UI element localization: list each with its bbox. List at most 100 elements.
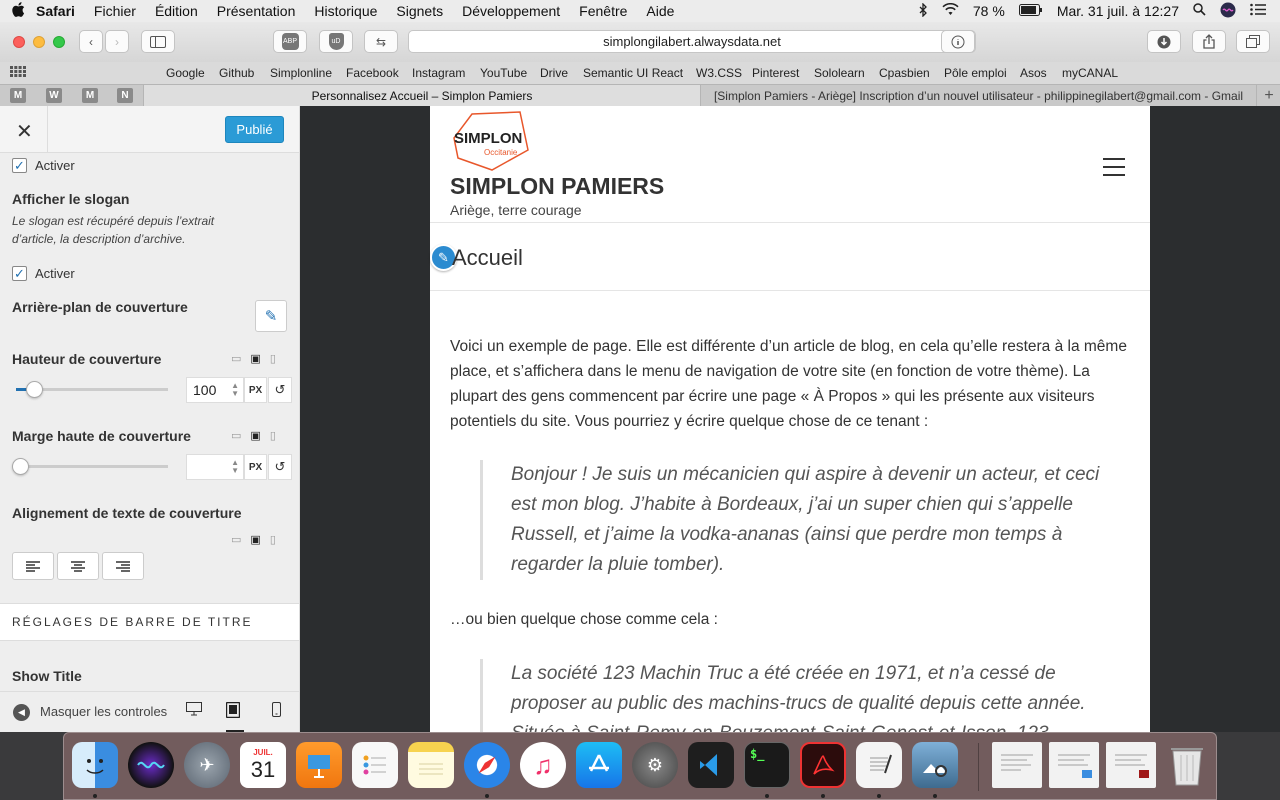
favorite-cpasbien[interactable]: Cpasbien bbox=[879, 66, 930, 80]
checkbox-checked-icon[interactable]: ✓ bbox=[12, 158, 27, 173]
vscode-icon[interactable] bbox=[688, 742, 734, 788]
favorite-pinterest[interactable]: Pinterest bbox=[752, 66, 799, 80]
slider-handle[interactable] bbox=[12, 458, 29, 475]
favorite-w3css[interactable]: W3.CSS bbox=[696, 66, 742, 80]
hamburger-menu-icon[interactable] bbox=[1103, 158, 1125, 182]
ublock-extension-button[interactable]: uD bbox=[319, 30, 353, 53]
favorite-sololearn[interactable]: Sololearn bbox=[814, 66, 865, 80]
favorite-mycanal[interactable]: myCANAL bbox=[1062, 66, 1118, 80]
desktop-icon[interactable]: ▭ bbox=[231, 533, 241, 546]
keynote-icon[interactable] bbox=[296, 742, 342, 788]
favorite-drive[interactable]: Drive bbox=[540, 66, 568, 80]
stepper-icon[interactable]: ▲ ▼ bbox=[231, 459, 239, 475]
site-title[interactable]: SIMPLON PAMIERS bbox=[450, 173, 664, 200]
tab-personnalisez-accueil[interactable]: Personnalisez Accueil – Simplon Pamiers bbox=[143, 85, 701, 106]
desktop-icon[interactable]: ▭ bbox=[231, 429, 241, 442]
siri-app-icon[interactable] bbox=[128, 742, 174, 788]
menu-historique[interactable]: Historique bbox=[314, 3, 377, 19]
apple-menu-icon[interactable] bbox=[0, 1, 36, 21]
cover-height-slider[interactable] bbox=[16, 381, 168, 398]
hide-controls-button[interactable]: Masquer les controles bbox=[40, 704, 167, 719]
favorite-instagram[interactable]: Instagram bbox=[412, 66, 465, 80]
favorite-semantic-ui-react[interactable]: Semantic UI React bbox=[583, 66, 683, 80]
minimized-window-2[interactable] bbox=[1049, 742, 1099, 788]
switch-extension-button[interactable]: ⇆ bbox=[364, 30, 398, 53]
favorite-pole-emploi[interactable]: Pôle emploi bbox=[944, 66, 1007, 80]
desktop-icon[interactable]: ▭ bbox=[231, 352, 241, 365]
activate-checkbox-row-1[interactable]: ✓ Activer bbox=[12, 158, 75, 173]
align-right-button[interactable] bbox=[102, 552, 144, 580]
forward-button[interactable]: › bbox=[105, 30, 129, 53]
preview-mobile-icon[interactable] bbox=[272, 702, 281, 720]
preview-desktop-icon[interactable] bbox=[186, 702, 202, 719]
adblock-extension-button[interactable]: ABP bbox=[273, 30, 307, 53]
collapse-arrow-icon[interactable]: ◀ bbox=[13, 704, 30, 721]
spotlight-search-icon[interactable] bbox=[1193, 3, 1206, 19]
cover-height-unit-button[interactable]: PX bbox=[244, 377, 267, 403]
notes-icon[interactable] bbox=[408, 742, 454, 788]
tablet-icon[interactable]: ▣ bbox=[250, 352, 260, 365]
pinned-tab-n[interactable]: N bbox=[117, 88, 133, 103]
downloads-button[interactable] bbox=[1147, 30, 1181, 53]
clock[interactable]: Mar. 31 juil. à 12:27 bbox=[1057, 3, 1179, 19]
menu-aide[interactable]: Aide bbox=[646, 3, 674, 19]
share-button[interactable] bbox=[1192, 30, 1226, 53]
new-tab-button[interactable]: + bbox=[1258, 85, 1280, 106]
acrobat-icon[interactable] bbox=[800, 742, 846, 788]
menu-presentation[interactable]: Présentation bbox=[217, 3, 296, 19]
reminders-icon[interactable] bbox=[352, 742, 398, 788]
favorite-simplonline[interactable]: Simplonline bbox=[270, 66, 332, 80]
cover-margin-reset-button[interactable]: ↺ bbox=[268, 454, 292, 480]
reader-info-button[interactable] bbox=[941, 30, 975, 53]
system-preferences-icon[interactable]: ⚙ bbox=[632, 742, 678, 788]
close-window-button[interactable] bbox=[13, 36, 25, 48]
favorite-asos[interactable]: Asos bbox=[1020, 66, 1047, 80]
safari-app-icon[interactable] bbox=[464, 742, 510, 788]
battery-percent[interactable]: 78 % bbox=[973, 3, 1005, 19]
minimized-window-1[interactable] bbox=[992, 742, 1042, 788]
mobile-icon[interactable]: ▯ bbox=[270, 533, 276, 546]
activate-checkbox-row-2[interactable]: ✓ Activer bbox=[12, 266, 75, 281]
battery-icon[interactable] bbox=[1018, 3, 1043, 19]
cover-height-reset-button[interactable]: ↺ bbox=[268, 377, 292, 403]
tab-gmail-inscription[interactable]: [Simplon Pamiers - Ariège] Inscription d… bbox=[701, 85, 1257, 106]
launchpad-icon[interactable]: ✈ bbox=[184, 742, 230, 788]
slider-handle[interactable] bbox=[26, 381, 44, 398]
stepper-icon[interactable]: ▲ ▼ bbox=[231, 382, 239, 398]
align-center-button[interactable] bbox=[57, 552, 99, 580]
favorite-github[interactable]: Github bbox=[219, 66, 254, 80]
site-logo[interactable]: SIMPLON Occitanie bbox=[450, 110, 530, 177]
notification-center-icon[interactable] bbox=[1250, 3, 1266, 19]
tab-overview-button[interactable] bbox=[1236, 30, 1270, 53]
sidebar-toggle-button[interactable] bbox=[141, 30, 175, 53]
fullscreen-window-button[interactable] bbox=[53, 36, 65, 48]
favorite-facebook[interactable]: Facebook bbox=[346, 66, 399, 80]
menu-signets[interactable]: Signets bbox=[396, 3, 443, 19]
cover-margin-unit-button[interactable]: PX bbox=[244, 454, 267, 480]
pinned-tab-m[interactable]: M bbox=[82, 88, 98, 103]
mobile-icon[interactable]: ▯ bbox=[270, 352, 276, 365]
calendar-icon[interactable]: JUIL. 31 bbox=[240, 742, 286, 788]
preview-tablet-icon[interactable] bbox=[225, 701, 244, 732]
menu-safari[interactable]: Safari bbox=[36, 3, 75, 19]
bluetooth-icon[interactable] bbox=[919, 1, 928, 20]
cover-height-input[interactable]: 100 ▲ ▼ bbox=[186, 377, 244, 403]
finder-icon[interactable] bbox=[72, 742, 118, 788]
cover-margin-input[interactable]: ▲ ▼ bbox=[186, 454, 244, 480]
back-button[interactable]: ‹ bbox=[79, 30, 103, 53]
app-store-icon[interactable] bbox=[576, 742, 622, 788]
tablet-icon[interactable]: ▣ bbox=[250, 533, 260, 546]
wifi-icon[interactable] bbox=[942, 2, 959, 19]
menu-fichier[interactable]: Fichier bbox=[94, 3, 136, 19]
grid-icon[interactable] bbox=[0, 66, 36, 80]
align-left-button[interactable] bbox=[12, 552, 54, 580]
tablet-icon[interactable]: ▣ bbox=[250, 429, 260, 442]
siri-icon[interactable] bbox=[1220, 2, 1236, 21]
edit-cover-background-button[interactable]: ✎ bbox=[255, 300, 287, 332]
terminal-icon[interactable]: $_ bbox=[744, 742, 790, 788]
minimized-window-3[interactable] bbox=[1106, 742, 1156, 788]
favorite-youtube[interactable]: YouTube bbox=[480, 66, 527, 80]
minimize-window-button[interactable] bbox=[33, 36, 45, 48]
close-customizer-button[interactable]: ✕ bbox=[16, 119, 33, 144]
trash-icon[interactable] bbox=[1164, 742, 1210, 788]
